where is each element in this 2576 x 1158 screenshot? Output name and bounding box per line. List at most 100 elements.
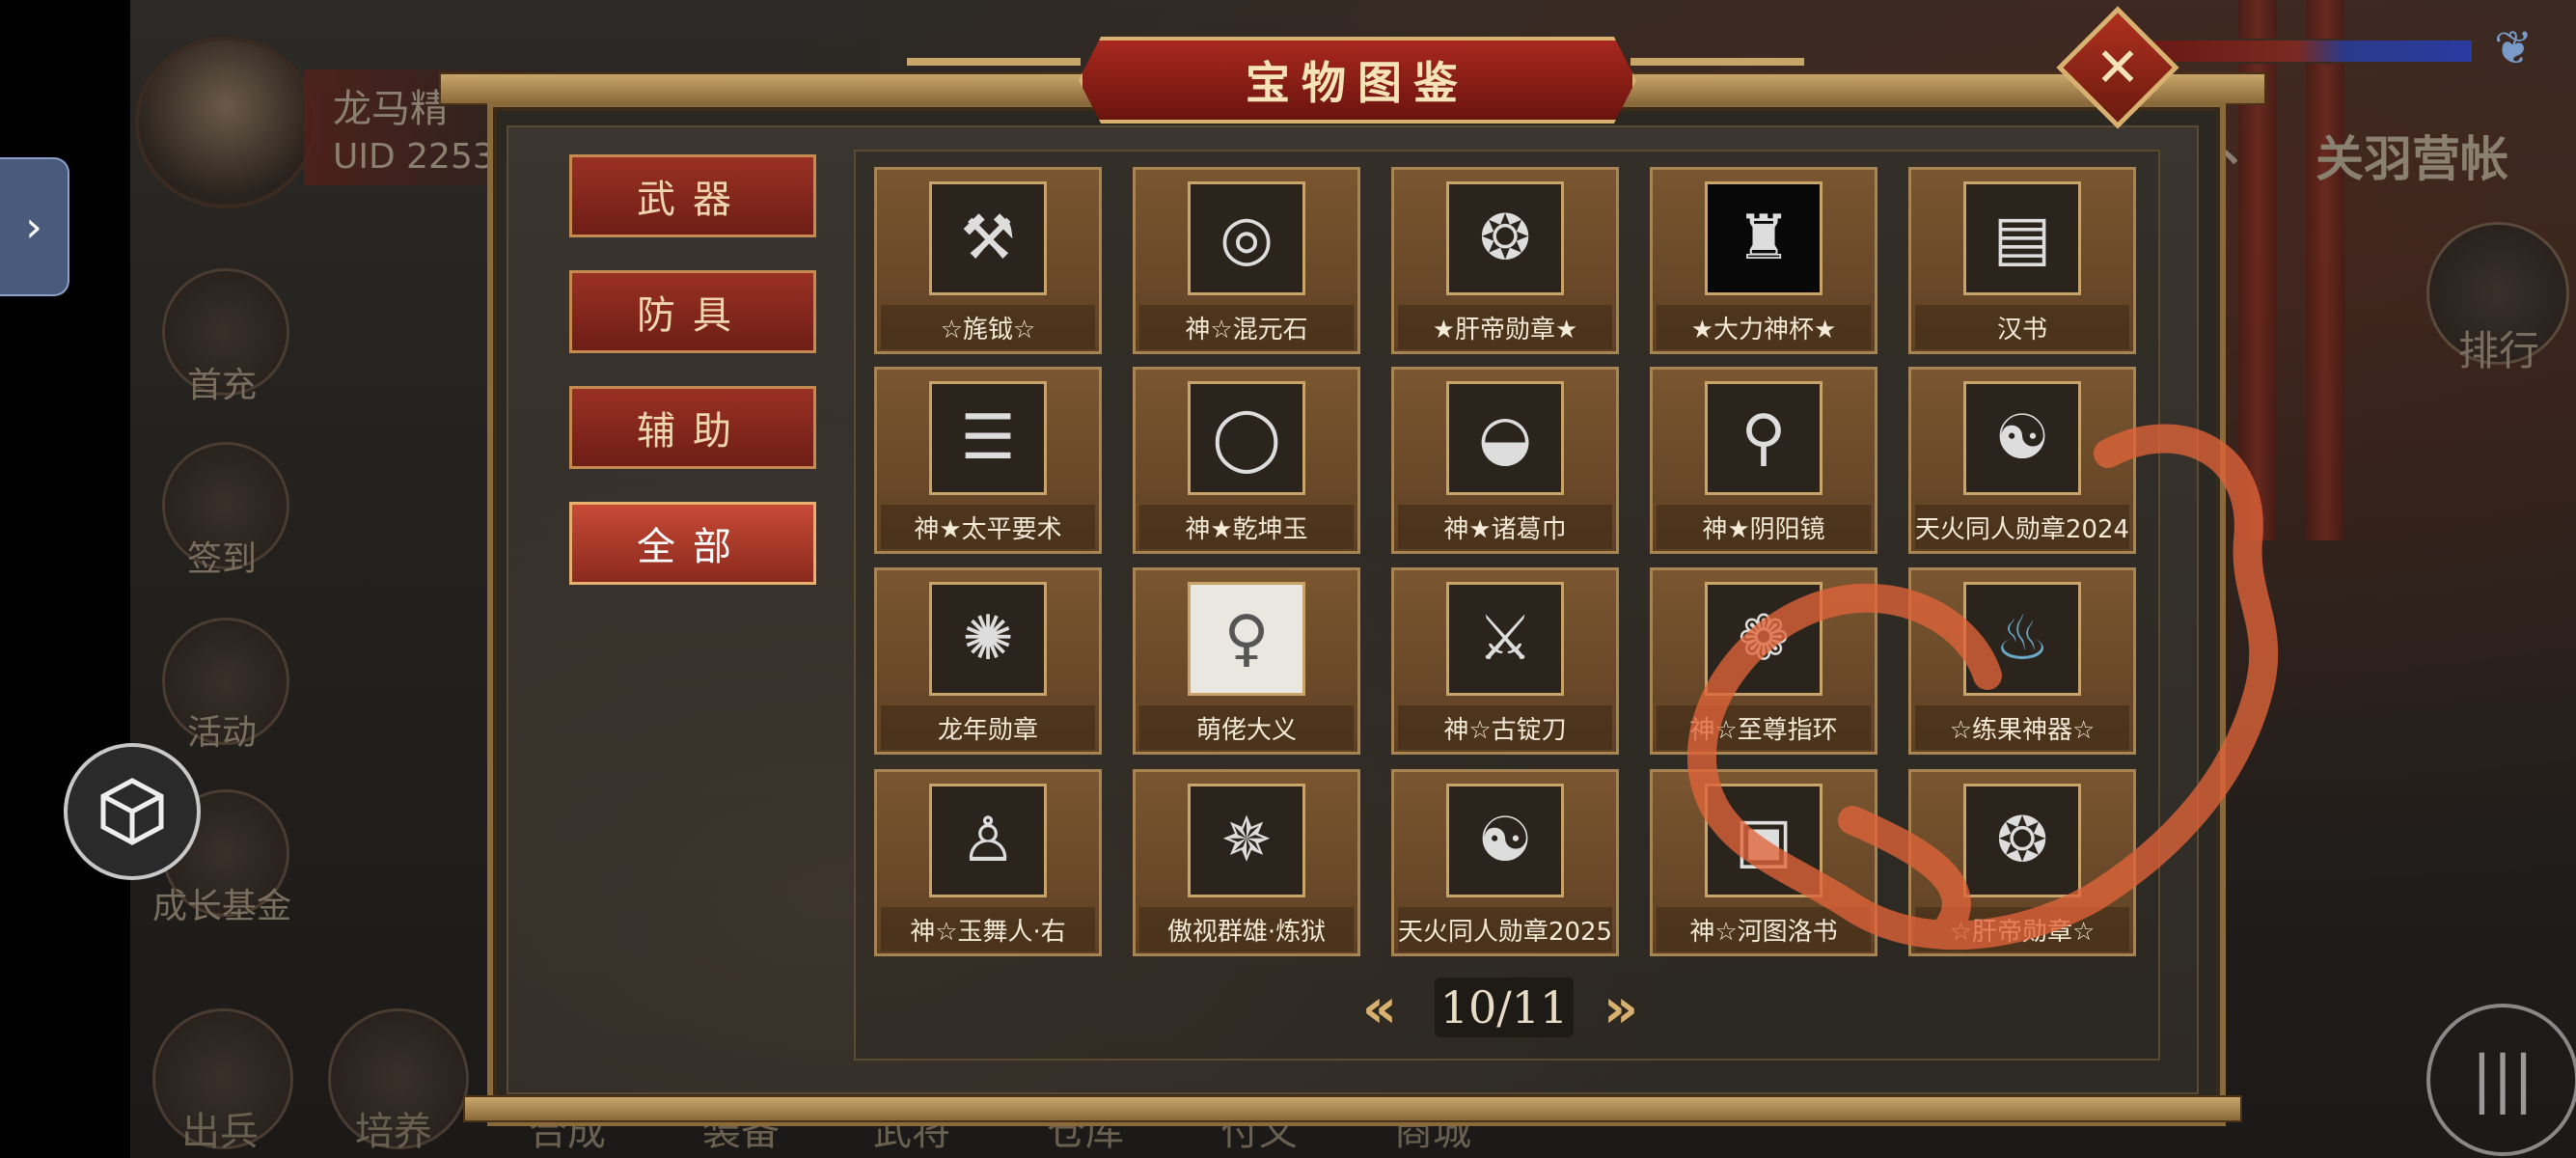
item-cell[interactable]: ▣ 神☆河图洛书 xyxy=(1650,769,1877,956)
ring-icon: ❁ xyxy=(1705,582,1822,696)
item-name: 傲视群雄·炼狱 xyxy=(1166,918,1327,947)
item-name: ☆练果神器☆ xyxy=(1949,716,2096,745)
modal-title-plaque: 宝物图鉴 xyxy=(1079,37,1636,124)
jade-figure-icon: ♙ xyxy=(929,784,1047,897)
item-name: 神★阴阳镜 xyxy=(1702,515,1825,544)
sign-in-label: 签到 xyxy=(186,539,257,579)
cube-icon xyxy=(100,778,164,845)
item-name: 神☆混元石 xyxy=(1185,316,1308,345)
category-auxiliary-label: 辅助 xyxy=(637,409,749,454)
item-name: 神★太平要术 xyxy=(914,515,1062,544)
item-name: ☆旄钺☆ xyxy=(940,316,1036,345)
main-menu-button[interactable]: ||| xyxy=(2426,1004,2576,1156)
item-cell[interactable]: ♜ ★大力神杯★ xyxy=(1650,167,1877,354)
item-name: 神☆玉舞人·右 xyxy=(910,918,1066,947)
item-name: ★肝帝勋章★ xyxy=(1432,316,1578,345)
item-name: 萌佬大义 xyxy=(1195,716,1297,745)
category-armor-button[interactable]: 防具 xyxy=(569,270,816,353)
item-name: 龙年勋章 xyxy=(937,716,1038,745)
sketch-portrait-icon: ♀ xyxy=(1188,582,1305,696)
category-armor-label: 防具 xyxy=(637,293,749,338)
item-cell[interactable]: ⚔ 神☆古锭刀 xyxy=(1391,567,1619,755)
axe-icon: ⚒ xyxy=(929,181,1047,295)
item-cell[interactable]: ✵ 傲视群雄·炼狱 xyxy=(1133,769,1360,956)
item-cell[interactable]: ◎ 神☆混元石 xyxy=(1133,167,1360,354)
item-cell[interactable]: ♨ ☆练果神器☆ xyxy=(1908,567,2136,755)
headscarf-icon: ◒ xyxy=(1446,381,1564,495)
item-cell[interactable]: ◒ 神★诸葛巾 xyxy=(1391,367,1619,554)
ranking-label: 排行 xyxy=(2457,327,2539,374)
guanyu-camp-label[interactable]: 关羽营帐 xyxy=(2316,121,2508,190)
trophy-icon: ♜ xyxy=(1705,181,1822,295)
player-uid: UID 2253 xyxy=(333,137,495,177)
item-cell[interactable]: ❂ ☆肝帝勋章☆ xyxy=(1908,769,2136,956)
item-name: 神☆河图洛书 xyxy=(1689,918,1838,947)
spider-emblem-icon: ✵ xyxy=(1188,784,1305,897)
dragon-medal-icon: ✺ xyxy=(929,582,1047,696)
title-ornament-left xyxy=(907,58,1081,66)
item-cell[interactable]: ⚒ ☆旄钺☆ xyxy=(874,167,1102,354)
scroll-book-icon: ☰ xyxy=(929,381,1047,495)
item-name: 汉书 xyxy=(1996,316,2047,345)
cauldron-icon: ♨ xyxy=(1963,582,2081,696)
category-weapon-label: 武器 xyxy=(637,178,749,222)
player-avatar[interactable] xyxy=(135,37,316,208)
chevron-right-icon: » xyxy=(1603,977,1639,1040)
item-name: ☆肝帝勋章☆ xyxy=(1949,918,2096,947)
item-cell[interactable]: ♀ 萌佬大义 xyxy=(1133,567,1360,755)
medal-2024-icon: ☯ xyxy=(1963,381,2081,495)
tablet-icon: ▣ xyxy=(1705,784,1822,897)
item-name: 天火同人勋章2025 xyxy=(1397,918,1613,947)
mirror-icon: ⚲ xyxy=(1705,381,1822,495)
chevron-right-icon: › xyxy=(25,202,42,252)
growth-fund-label: 成长基金 xyxy=(151,887,291,926)
medal-2025-icon: ☯ xyxy=(1446,784,1564,897)
category-all-label: 全部 xyxy=(637,525,749,569)
menu-bars-icon: ||| xyxy=(2471,1044,2535,1116)
wing-icon: ❦ xyxy=(2494,21,2534,75)
swirl-stone-icon: ◎ xyxy=(1188,181,1305,295)
player-name: 龙马精 xyxy=(333,87,449,131)
modal-bottom-border xyxy=(463,1095,2242,1122)
item-name: 神★诸葛巾 xyxy=(1443,515,1567,544)
close-icon[interactable]: ✕ xyxy=(2074,24,2161,111)
item-name: 神★乾坤玉 xyxy=(1185,515,1308,544)
item-cell[interactable]: ❂ ★肝帝勋章★ xyxy=(1391,167,1619,354)
first-recharge-label: 首充 xyxy=(186,366,257,405)
medal-icon: ❂ xyxy=(1446,181,1564,295)
side-expand-tab[interactable]: › xyxy=(0,157,69,296)
item-cell[interactable]: ⚲ 神★阴阳镜 xyxy=(1650,367,1877,554)
item-cell[interactable]: ▤ 汉书 xyxy=(1908,167,2136,354)
activity-label: 活动 xyxy=(186,713,257,753)
resource-bar xyxy=(2151,39,2474,64)
item-cell[interactable]: ☯ 天火同人勋章2025 xyxy=(1391,769,1619,956)
item-name: 神☆至尊指环 xyxy=(1689,716,1838,745)
jade-ring-icon: ◯ xyxy=(1188,381,1305,495)
title-ornament-right xyxy=(1631,58,1804,66)
sword-icon: ⚔ xyxy=(1446,582,1564,696)
background-pillar xyxy=(2306,0,2344,540)
modal-title: 宝物图鉴 xyxy=(1246,57,1469,109)
cube-menu-button[interactable] xyxy=(64,743,201,880)
next-page-button[interactable]: » xyxy=(1592,977,1650,1040)
page-indicator: 10/11 xyxy=(1435,978,1574,1037)
item-cell[interactable]: ❁ 神☆至尊指环 xyxy=(1650,567,1877,755)
item-cell[interactable]: ✺ 龙年勋章 xyxy=(874,567,1102,755)
item-cell[interactable]: ☯ 天火同人勋章2024 xyxy=(1908,367,2136,554)
item-cell[interactable]: ☰ 神★太平要术 xyxy=(874,367,1102,554)
item-name: ★大力神杯★ xyxy=(1690,316,1837,345)
item-cell[interactable]: ♙ 神☆玉舞人·右 xyxy=(874,769,1102,956)
book-icon: ▤ xyxy=(1963,181,2081,295)
cultivate-label: 培养 xyxy=(355,1110,432,1154)
category-all-button[interactable]: 全部 xyxy=(569,502,816,585)
prev-page-button[interactable]: « xyxy=(1351,977,1409,1040)
medal-icon: ❂ xyxy=(1963,784,2081,897)
category-auxiliary-button[interactable]: 辅助 xyxy=(569,386,816,469)
item-name: 神☆古锭刀 xyxy=(1443,716,1567,745)
game-screen: › 龙马精 UID 2253 首充 签到 活动 成长基金 出兵 培养 合成 装备… xyxy=(0,0,2576,1158)
item-name: 天火同人勋章2024 xyxy=(1914,515,2130,544)
deploy-label: 出兵 xyxy=(181,1110,259,1154)
chevron-left-icon: « xyxy=(1361,977,1398,1040)
category-weapon-button[interactable]: 武器 xyxy=(569,154,816,237)
item-cell[interactable]: ◯ 神★乾坤玉 xyxy=(1133,367,1360,554)
